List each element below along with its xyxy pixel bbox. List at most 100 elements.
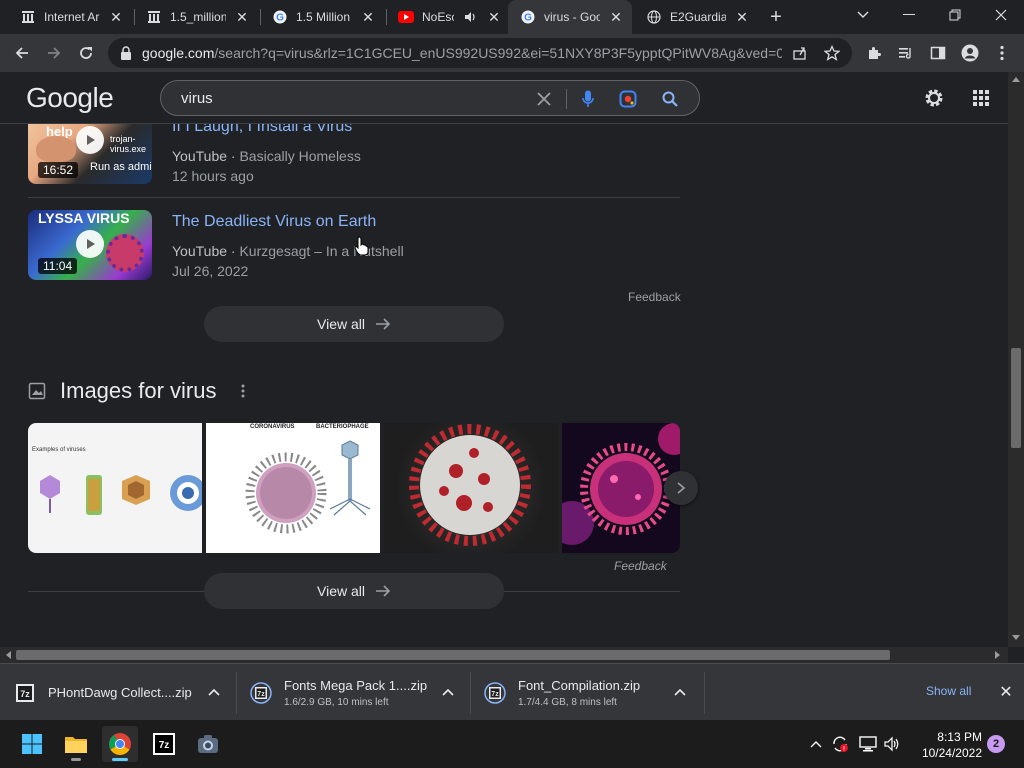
scroll-right-icon[interactable]: [995, 651, 1001, 659]
close-window-button[interactable]: [978, 0, 1024, 30]
file-explorer-icon[interactable]: [58, 726, 94, 762]
chevron-up-icon[interactable]: [440, 684, 456, 700]
video-thumbnail[interactable]: help trojan- virus.exe Run as admin 16:5…: [28, 124, 152, 184]
video-duration: 11:04: [38, 258, 78, 274]
play-icon[interactable]: [76, 126, 104, 154]
network-display-icon[interactable]: [858, 734, 878, 754]
image-result[interactable]: [562, 423, 680, 553]
profile-avatar-icon[interactable]: [960, 43, 980, 63]
video-date: 12 hours ago: [172, 168, 254, 184]
tab-title: 1.5_million_: [170, 10, 226, 24]
extensions-icon[interactable]: [864, 43, 884, 63]
share-icon[interactable]: [792, 45, 808, 61]
image-result[interactable]: CORONAVIRUS BACTERIOPHAGE: [206, 423, 380, 553]
back-button[interactable]: [8, 39, 36, 67]
scroll-down-icon[interactable]: [1012, 635, 1020, 641]
download-info: Font_Compilation.zip 1.7/4.4 GB, 8 mins …: [518, 678, 640, 708]
horizontal-scrollbar-thumb[interactable]: [16, 650, 890, 660]
divider: [28, 197, 680, 198]
scroll-up-icon[interactable]: [1012, 76, 1020, 82]
close-tab-icon[interactable]: ✕: [108, 9, 124, 25]
download-item[interactable]: 7z PHontDawg Collect....zip: [0, 664, 236, 721]
lens-search-icon[interactable]: [619, 90, 637, 108]
images-feedback-link[interactable]: Feedback: [614, 559, 667, 573]
browser-menu-icon[interactable]: [992, 43, 1012, 63]
chevron-up-icon[interactable]: [672, 684, 688, 700]
7zip-archive-icon: 7z: [16, 683, 34, 702]
settings-gear-icon[interactable]: [922, 86, 946, 110]
search-input[interactable]: [181, 88, 521, 108]
divider: [504, 591, 680, 592]
tab-internet-archive[interactable]: Internet Ar ✕: [8, 0, 132, 34]
image-result[interactable]: Examples of viruses: [28, 423, 202, 553]
view-all-images-button[interactable]: View all: [204, 573, 504, 609]
tab-million-google[interactable]: G 1.5 Million ✕: [260, 0, 384, 34]
tab-search-icon[interactable]: [840, 0, 886, 30]
taskbar-clock[interactable]: 8:13 PM 10/24/2022: [912, 729, 982, 761]
feedback-link[interactable]: Feedback: [628, 290, 681, 304]
forward-button[interactable]: [40, 39, 68, 67]
close-tab-icon[interactable]: ✕: [734, 9, 750, 25]
video-date: Jul 26, 2022: [172, 263, 249, 279]
svg-text:7z: 7z: [159, 740, 170, 751]
lock-icon[interactable]: [116, 46, 136, 60]
more-options-icon[interactable]: [241, 384, 245, 398]
voice-search-icon[interactable]: [579, 90, 597, 108]
globe-icon: [646, 9, 662, 25]
download-item[interactable]: 7z Font_Compilation.zip 1.7/4.4 GB, 8 mi…: [470, 664, 704, 721]
chrome-icon[interactable]: [102, 726, 138, 762]
video-title-link[interactable]: The Deadliest Virus on Earth: [172, 213, 376, 231]
reload-button[interactable]: [72, 39, 100, 67]
image-result[interactable]: [384, 423, 558, 553]
clear-search-icon[interactable]: [535, 90, 553, 108]
vertical-scrollbar-thumb[interactable]: [1011, 348, 1021, 448]
close-tab-icon[interactable]: ✕: [360, 9, 376, 25]
tab-youtube[interactable]: NoEsca ✕: [386, 0, 510, 34]
new-tab-button[interactable]: +: [764, 5, 788, 29]
search-box[interactable]: [160, 80, 700, 116]
close-download-shelf-icon[interactable]: ✕: [996, 682, 1016, 702]
google-logo[interactable]: Google: [26, 82, 114, 114]
side-panel-icon[interactable]: [928, 43, 948, 63]
arrow-right-icon: [376, 585, 391, 597]
divider: [28, 591, 204, 592]
chevron-up-icon[interactable]: [206, 684, 222, 700]
apps-grid-icon[interactable]: [969, 86, 993, 110]
image-caption: CORONAVIRUS: [250, 424, 295, 430]
bookmark-star-icon[interactable]: [824, 45, 840, 61]
scroll-left-icon[interactable]: [5, 651, 11, 659]
notification-badge[interactable]: 2: [987, 735, 1005, 753]
video-duration: 16:52: [38, 162, 79, 178]
address-bar[interactable]: google.com/search?q=virus&rlz=1C1GCEU_en…: [108, 38, 852, 68]
7zip-icon[interactable]: 7z: [146, 726, 182, 762]
windows-start-icon[interactable]: [14, 726, 50, 762]
speaker-icon[interactable]: [462, 9, 478, 25]
vertical-scrollbar[interactable]: [1008, 72, 1024, 647]
close-tab-icon[interactable]: ✕: [608, 9, 624, 25]
volume-icon[interactable]: [882, 734, 902, 754]
tab-e2guardian[interactable]: E2Guardian ✕: [634, 0, 758, 34]
tab-million-archive[interactable]: 1.5_million_ ✕: [134, 0, 258, 34]
minimize-button[interactable]: [886, 0, 932, 30]
download-filename: Font_Compilation.zip: [518, 677, 641, 693]
clock-time: 8:13 PM: [937, 730, 982, 744]
camera-app-icon[interactable]: [190, 726, 226, 762]
sync-alert-icon[interactable]: !: [830, 734, 850, 754]
coronavirus-colored-image: [562, 423, 680, 545]
video-thumbnail[interactable]: LYSSA VIRUS 11:04: [28, 210, 152, 280]
view-all-videos-button[interactable]: View all: [204, 306, 504, 342]
browser-window: Internet Ar ✕ 1.5_million_ ✕ G 1.5 Milli…: [0, 0, 1024, 768]
video-title-link[interactable]: If I Laugh, I Install a Virus: [172, 124, 352, 136]
search-icon[interactable]: [661, 90, 679, 108]
tab-virus-google[interactable]: G virus - Goo ✕: [508, 0, 632, 34]
media-control-icon[interactable]: [896, 43, 916, 63]
horizontal-scrollbar[interactable]: [0, 647, 1008, 663]
next-images-button[interactable]: [664, 471, 698, 505]
play-icon[interactable]: [76, 230, 104, 258]
close-tab-icon[interactable]: ✕: [234, 9, 250, 25]
tray-overflow-chevron-icon[interactable]: [806, 734, 826, 754]
download-item[interactable]: 7z Fonts Mega Pack 1....zip 1.6/2.9 GB, …: [236, 664, 470, 721]
restore-button[interactable]: [932, 0, 978, 30]
show-all-downloads-link[interactable]: Show all: [926, 684, 971, 698]
close-tab-icon[interactable]: ✕: [486, 9, 502, 25]
